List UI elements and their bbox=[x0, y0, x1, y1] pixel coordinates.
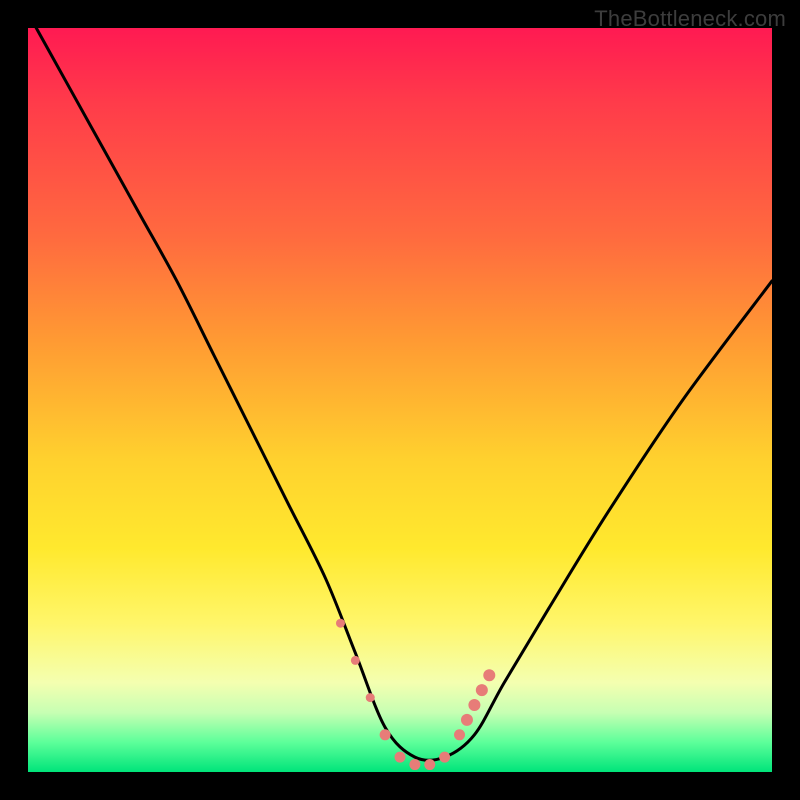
marker-point bbox=[366, 693, 375, 702]
marker-point bbox=[395, 752, 406, 763]
plot-area bbox=[28, 28, 772, 772]
bottleneck-curve bbox=[28, 13, 772, 760]
chart-frame: TheBottleneck.com bbox=[0, 0, 800, 800]
marker-point bbox=[336, 619, 345, 628]
marker-point bbox=[424, 759, 435, 770]
marker-point bbox=[409, 759, 420, 770]
marker-point bbox=[468, 699, 480, 711]
curve-svg bbox=[28, 28, 772, 772]
marker-point bbox=[454, 729, 465, 740]
marker-point bbox=[461, 714, 473, 726]
marker-point bbox=[351, 656, 360, 665]
marker-point bbox=[476, 684, 488, 696]
marker-point bbox=[483, 669, 495, 681]
marker-point bbox=[439, 752, 450, 763]
marker-point bbox=[380, 729, 391, 740]
highlight-markers bbox=[336, 619, 495, 770]
